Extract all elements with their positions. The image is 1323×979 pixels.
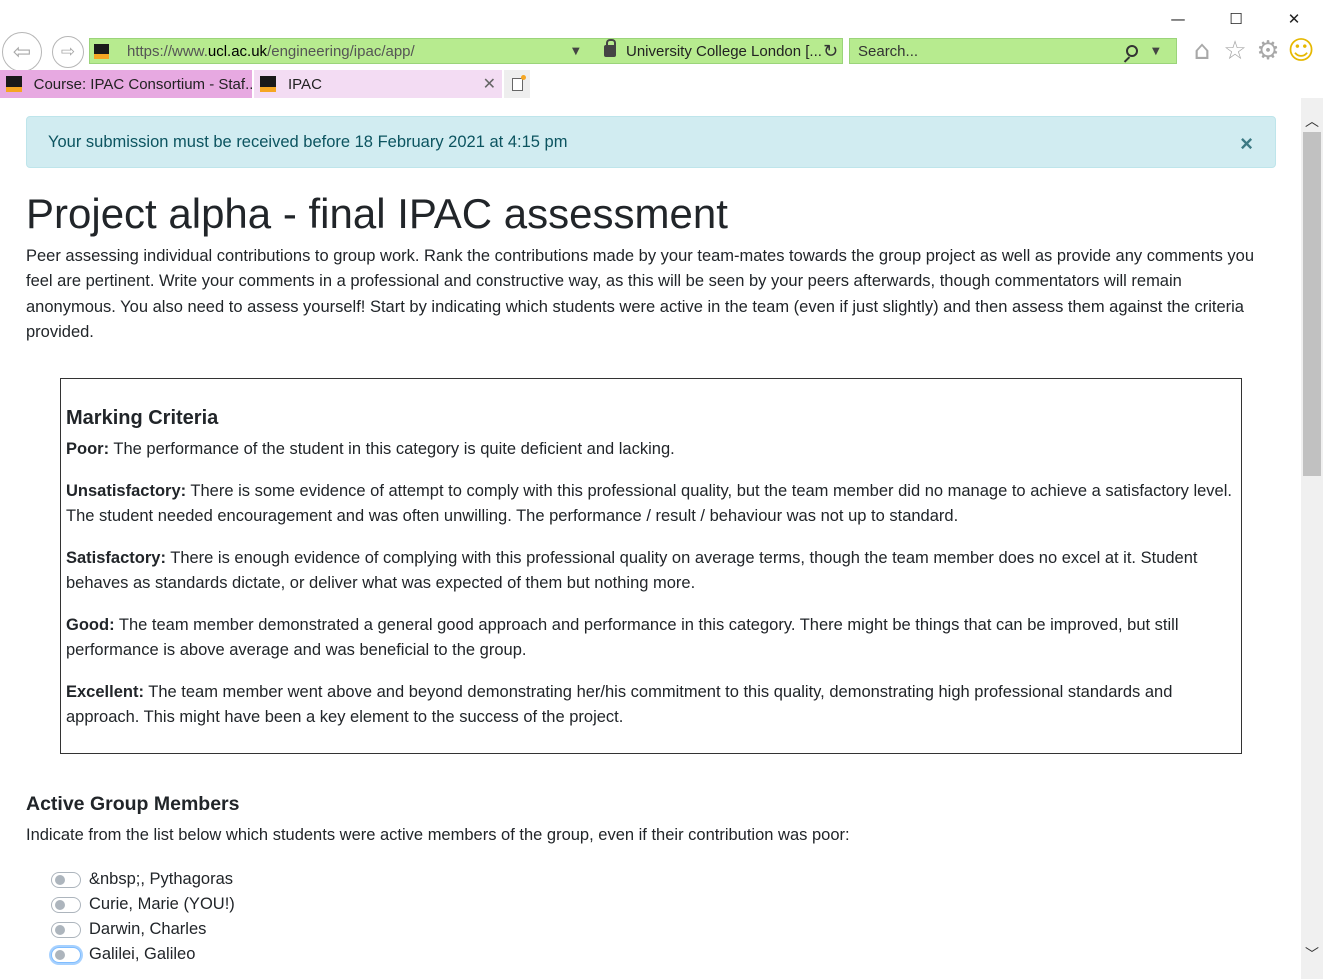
criterion-satisfactory: Satisfactory: There is enough evidence o… — [66, 546, 1236, 597]
url-prefix: https://www. — [127, 42, 208, 60]
tab-ipac[interactable]: IPAC ✕ — [254, 70, 502, 98]
criterion-text: The team member went above and beyond de… — [66, 683, 1173, 727]
search-icon[interactable] — [1126, 45, 1138, 57]
url-text[interactable]: https://www.ucl.ac.uk/engineering/ipac/a… — [127, 43, 572, 60]
favorites-star-icon[interactable]: ☆ — [1221, 36, 1249, 66]
scroll-thumb[interactable] — [1303, 132, 1321, 476]
list-item[interactable]: Darwin, Charles — [51, 917, 235, 942]
criterion-name: Good: — [66, 615, 115, 634]
criterion-name: Satisfactory: — [66, 548, 166, 567]
member-name[interactable]: &nbsp;, Pythagoras — [89, 870, 233, 889]
criterion-good: Good: The team member demonstrated a gen… — [66, 613, 1236, 664]
tab-favicon-icon — [260, 76, 276, 92]
vertical-scrollbar[interactable]: ︿ ﹀ — [1301, 98, 1323, 979]
criterion-name: Unsatisfactory: — [66, 481, 187, 500]
deadline-alert: Your submission must be received before … — [26, 116, 1276, 168]
list-item[interactable]: Curie, Marie (YOU!) — [51, 892, 235, 917]
url-path: /engineering/ipac/app/ — [267, 42, 415, 60]
member-name[interactable]: Darwin, Charles — [89, 920, 206, 939]
alert-close-icon[interactable]: × — [1240, 131, 1253, 157]
criterion-text: The team member demonstrated a general g… — [66, 615, 1179, 660]
url-domain: ucl.ac.uk — [207, 42, 268, 60]
list-item[interactable]: &nbsp;, Pythagoras — [51, 867, 235, 892]
criterion-excellent: Excellent: The team member went above an… — [66, 680, 1236, 731]
close-window-icon[interactable]: ✕ — [1265, 6, 1323, 32]
active-members-description: Indicate from the list below which stude… — [26, 826, 850, 844]
marking-criteria-box: Marking Criteria Poor: The performance o… — [60, 378, 1242, 754]
criterion-text: The performance of the student in this c… — [109, 440, 675, 458]
browser-chrome: — ☐ ✕ ⇦ ⇨ https://www.ucl.ac.uk/engineer… — [0, 0, 1323, 98]
new-tab-icon[interactable] — [504, 70, 530, 98]
intro-paragraph: Peer assessing individual contributions … — [26, 247, 1255, 341]
active-toggle-switch[interactable] — [51, 896, 81, 913]
address-dropdown-icon[interactable]: ▼ — [572, 46, 588, 57]
criteria-title: Marking Criteria — [66, 407, 219, 429]
list-item[interactable]: Galilei, Galileo — [51, 942, 235, 967]
feedback-smiley-icon[interactable]: ☺ — [1287, 36, 1315, 66]
window-controls: — ☐ ✕ — [1149, 6, 1323, 32]
tab-favicon-icon — [6, 76, 22, 92]
criterion-poor: Poor: The performance of the student in … — [66, 437, 1236, 462]
criterion-name: Poor: — [66, 440, 110, 458]
criterion-unsatisfactory: Unsatisfactory: There is some evidence o… — [66, 479, 1236, 530]
tab-label: IPAC — [288, 75, 322, 93]
criterion-text: There is enough evidence of complying wi… — [66, 548, 1198, 593]
page-title: Project alpha - final IPAC assessment — [26, 190, 728, 237]
scroll-down-icon[interactable]: ﹀ — [1301, 943, 1323, 965]
tab-label: Course: IPAC Consortium - Staf... — [33, 75, 252, 93]
criterion-text: There is some evidence of attempt to com… — [66, 481, 1232, 526]
maximize-icon[interactable]: ☐ — [1207, 6, 1265, 32]
gear-icon[interactable]: ⚙ — [1254, 36, 1282, 66]
member-name[interactable]: Curie, Marie (YOU!) — [89, 895, 235, 914]
forward-arrow-icon[interactable]: ⇨ — [52, 36, 84, 68]
home-icon[interactable]: ⌂ — [1188, 36, 1216, 66]
search-input[interactable]: Search... — [858, 43, 1126, 60]
tab-bar: Course: IPAC Consortium - Staf... IPAC ✕ — [0, 70, 1323, 98]
scroll-up-icon[interactable]: ︿ — [1301, 110, 1323, 132]
tab-course-ipac[interactable]: Course: IPAC Consortium - Staf... — [0, 70, 252, 98]
back-arrow-icon[interactable]: ⇦ — [2, 32, 42, 72]
lock-icon[interactable] — [604, 39, 616, 57]
page-content: Your submission must be received before … — [0, 98, 1301, 979]
minimize-icon[interactable]: — — [1149, 6, 1207, 32]
browser-search-box[interactable]: Search... ▼ — [849, 38, 1177, 64]
site-identity[interactable]: University College London [... — [626, 43, 821, 60]
address-bar[interactable]: https://www.ucl.ac.uk/engineering/ipac/a… — [89, 38, 843, 64]
alert-message: Your submission must be received before … — [48, 132, 568, 151]
refresh-icon[interactable]: ↻ — [823, 41, 838, 62]
active-toggle-switch[interactable] — [51, 921, 81, 938]
active-toggle-switch[interactable] — [51, 871, 81, 888]
active-toggle-switch[interactable] — [51, 946, 81, 963]
tab-close-icon[interactable]: ✕ — [483, 74, 496, 94]
active-members-title: Active Group Members — [26, 793, 240, 815]
criterion-name: Excellent: — [66, 683, 144, 702]
search-dropdown-icon[interactable]: ▼ — [1152, 46, 1160, 57]
member-list: &nbsp;, Pythagoras Curie, Marie (YOU!) D… — [51, 867, 235, 967]
site-favicon-icon — [94, 43, 109, 59]
member-name[interactable]: Galilei, Galileo — [89, 945, 195, 964]
